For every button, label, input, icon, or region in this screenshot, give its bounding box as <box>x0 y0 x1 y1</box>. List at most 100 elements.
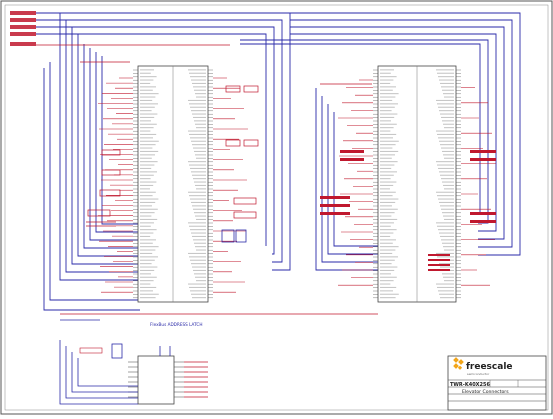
pin-label-mark <box>194 273 206 275</box>
pin-label-mark <box>140 123 157 125</box>
pin-label-mark <box>380 205 392 207</box>
pin-label-mark <box>194 150 206 152</box>
pin-label-mark <box>380 171 397 173</box>
pin-label-mark <box>192 82 206 84</box>
pin-label-mark <box>191 232 206 234</box>
pin-label-mark <box>193 116 206 118</box>
pin-label-mark <box>140 188 150 190</box>
pin-label-mark <box>380 283 391 285</box>
pin-label-mark <box>380 297 396 299</box>
pin-label-mark <box>140 297 156 299</box>
sheet-inner-border <box>4 4 549 411</box>
pin-label-mark <box>380 174 394 176</box>
pin-label-mark <box>190 259 206 261</box>
pin-label-mark <box>380 232 394 234</box>
pin-label-mark <box>140 252 153 254</box>
pin-label-mark <box>140 76 157 78</box>
pin-label-mark <box>380 144 396 146</box>
pin-label-mark <box>140 208 158 210</box>
passive-parts-middle <box>221 85 259 243</box>
pin-label-mark <box>440 235 454 237</box>
pin-label-mark <box>189 164 206 166</box>
pin-label-mark <box>444 96 454 98</box>
pin-label-mark <box>140 140 159 142</box>
pin-label-mark <box>194 212 206 214</box>
pin-label-mark <box>189 72 206 74</box>
pin-label-mark <box>442 89 454 91</box>
pin-label-mark <box>140 222 154 224</box>
pin-label-mark <box>140 113 158 115</box>
pin-label-mark <box>140 256 158 258</box>
pin-label-mark <box>193 86 206 88</box>
pin-label-mark <box>140 201 156 203</box>
pin-label-mark <box>438 198 454 200</box>
pin-label-mark <box>380 123 397 125</box>
pin-label-mark <box>193 178 206 180</box>
pin-label-mark <box>380 157 392 159</box>
pin-label-mark <box>437 133 454 135</box>
pin-label-mark <box>188 222 206 224</box>
pin-label-mark <box>443 184 454 186</box>
pin-label-mark <box>380 86 396 88</box>
pin-label-mark <box>140 164 155 166</box>
pin-label-mark <box>437 72 454 74</box>
pin-label-mark <box>380 184 394 186</box>
pin-label-mark <box>190 229 206 231</box>
pin-label-mark <box>140 259 155 261</box>
pin-label-mark <box>140 161 158 163</box>
pin-label-mark <box>140 106 155 108</box>
pin-label-mark <box>140 273 151 275</box>
pin-label-mark <box>380 252 393 254</box>
pin-label-mark <box>189 195 206 197</box>
pin-label-mark <box>436 191 454 193</box>
pin-label-mark <box>196 188 206 190</box>
pin-label-mark <box>140 120 151 122</box>
pin-label-mark <box>444 218 454 220</box>
pin-label-mark <box>140 154 155 156</box>
passive-parts-left <box>86 149 121 227</box>
pin-label-mark <box>380 273 391 275</box>
pin-label-mark <box>195 154 206 156</box>
pin-label-mark <box>140 174 154 176</box>
pin-label-mark <box>188 191 206 193</box>
pin-label-mark <box>190 137 206 139</box>
pin-label-mark <box>140 293 159 295</box>
pin-label-mark <box>140 93 159 95</box>
pin-label-mark <box>380 72 391 74</box>
pin-label-mark <box>444 188 454 190</box>
pin-label-mark <box>380 93 399 95</box>
pin-label-mark <box>196 249 206 251</box>
pin-label-mark <box>196 280 206 282</box>
pin-label-mark <box>140 150 159 152</box>
pin-label-mark <box>443 276 454 278</box>
pin-label-mark <box>191 171 206 173</box>
pin-label-mark <box>194 181 206 183</box>
pin-label-mark <box>191 263 206 265</box>
pin-label-mark <box>380 161 398 163</box>
pin-label-mark <box>437 286 454 288</box>
pin-label-mark <box>140 235 151 237</box>
pin-label-mark <box>193 147 206 149</box>
pin-label-mark <box>444 127 454 129</box>
pin-label-mark <box>140 181 157 183</box>
pin-label-mark <box>380 188 390 190</box>
pin-label-mark <box>380 208 398 210</box>
port-flags <box>10 11 36 46</box>
pin-label-mark <box>380 82 391 84</box>
pin-label-mark <box>140 86 156 88</box>
pin-label-mark <box>436 252 454 254</box>
pin-label-mark <box>380 96 396 98</box>
pin-label-mark <box>380 106 395 108</box>
pin-label-mark <box>140 116 155 118</box>
pin-label-mark <box>443 154 454 156</box>
pin-label-mark <box>140 242 153 244</box>
pin-label-mark <box>192 266 206 268</box>
pin-label-mark <box>140 184 154 186</box>
pin-label-mark <box>441 178 454 180</box>
pin-label-mark <box>436 99 454 101</box>
pin-label-mark <box>380 290 393 292</box>
company-sub: semiconductor <box>467 372 490 376</box>
pin-label-mark <box>380 79 394 81</box>
pin-label-mark <box>195 93 206 95</box>
pin-label-mark <box>140 280 154 282</box>
